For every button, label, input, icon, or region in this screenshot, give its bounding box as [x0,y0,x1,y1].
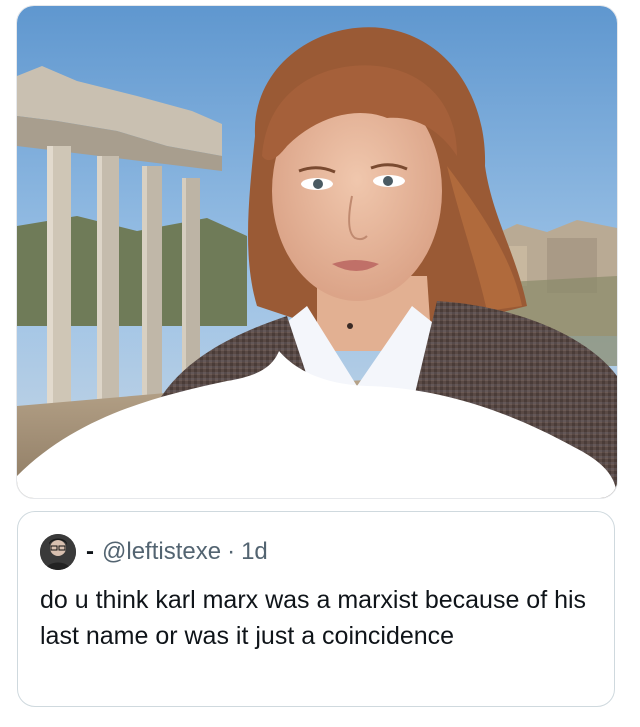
photo-image [17,6,617,498]
quoted-post-text: do u think karl marx was a marxist becau… [40,586,587,650]
quoted-post-header: - @leftistexe · 1d [40,532,592,572]
user-handle[interactable]: @leftistexe [102,538,221,566]
post-timestamp[interactable]: 1d [241,538,268,566]
quoted-post-card[interactable]: - @leftistexe · 1d do u think karl marx … [17,511,615,707]
user-avatar-icon[interactable] [40,534,76,570]
name-dash: - [86,538,94,565]
media-card[interactable] [16,5,618,499]
separator-dot: · [227,538,236,565]
